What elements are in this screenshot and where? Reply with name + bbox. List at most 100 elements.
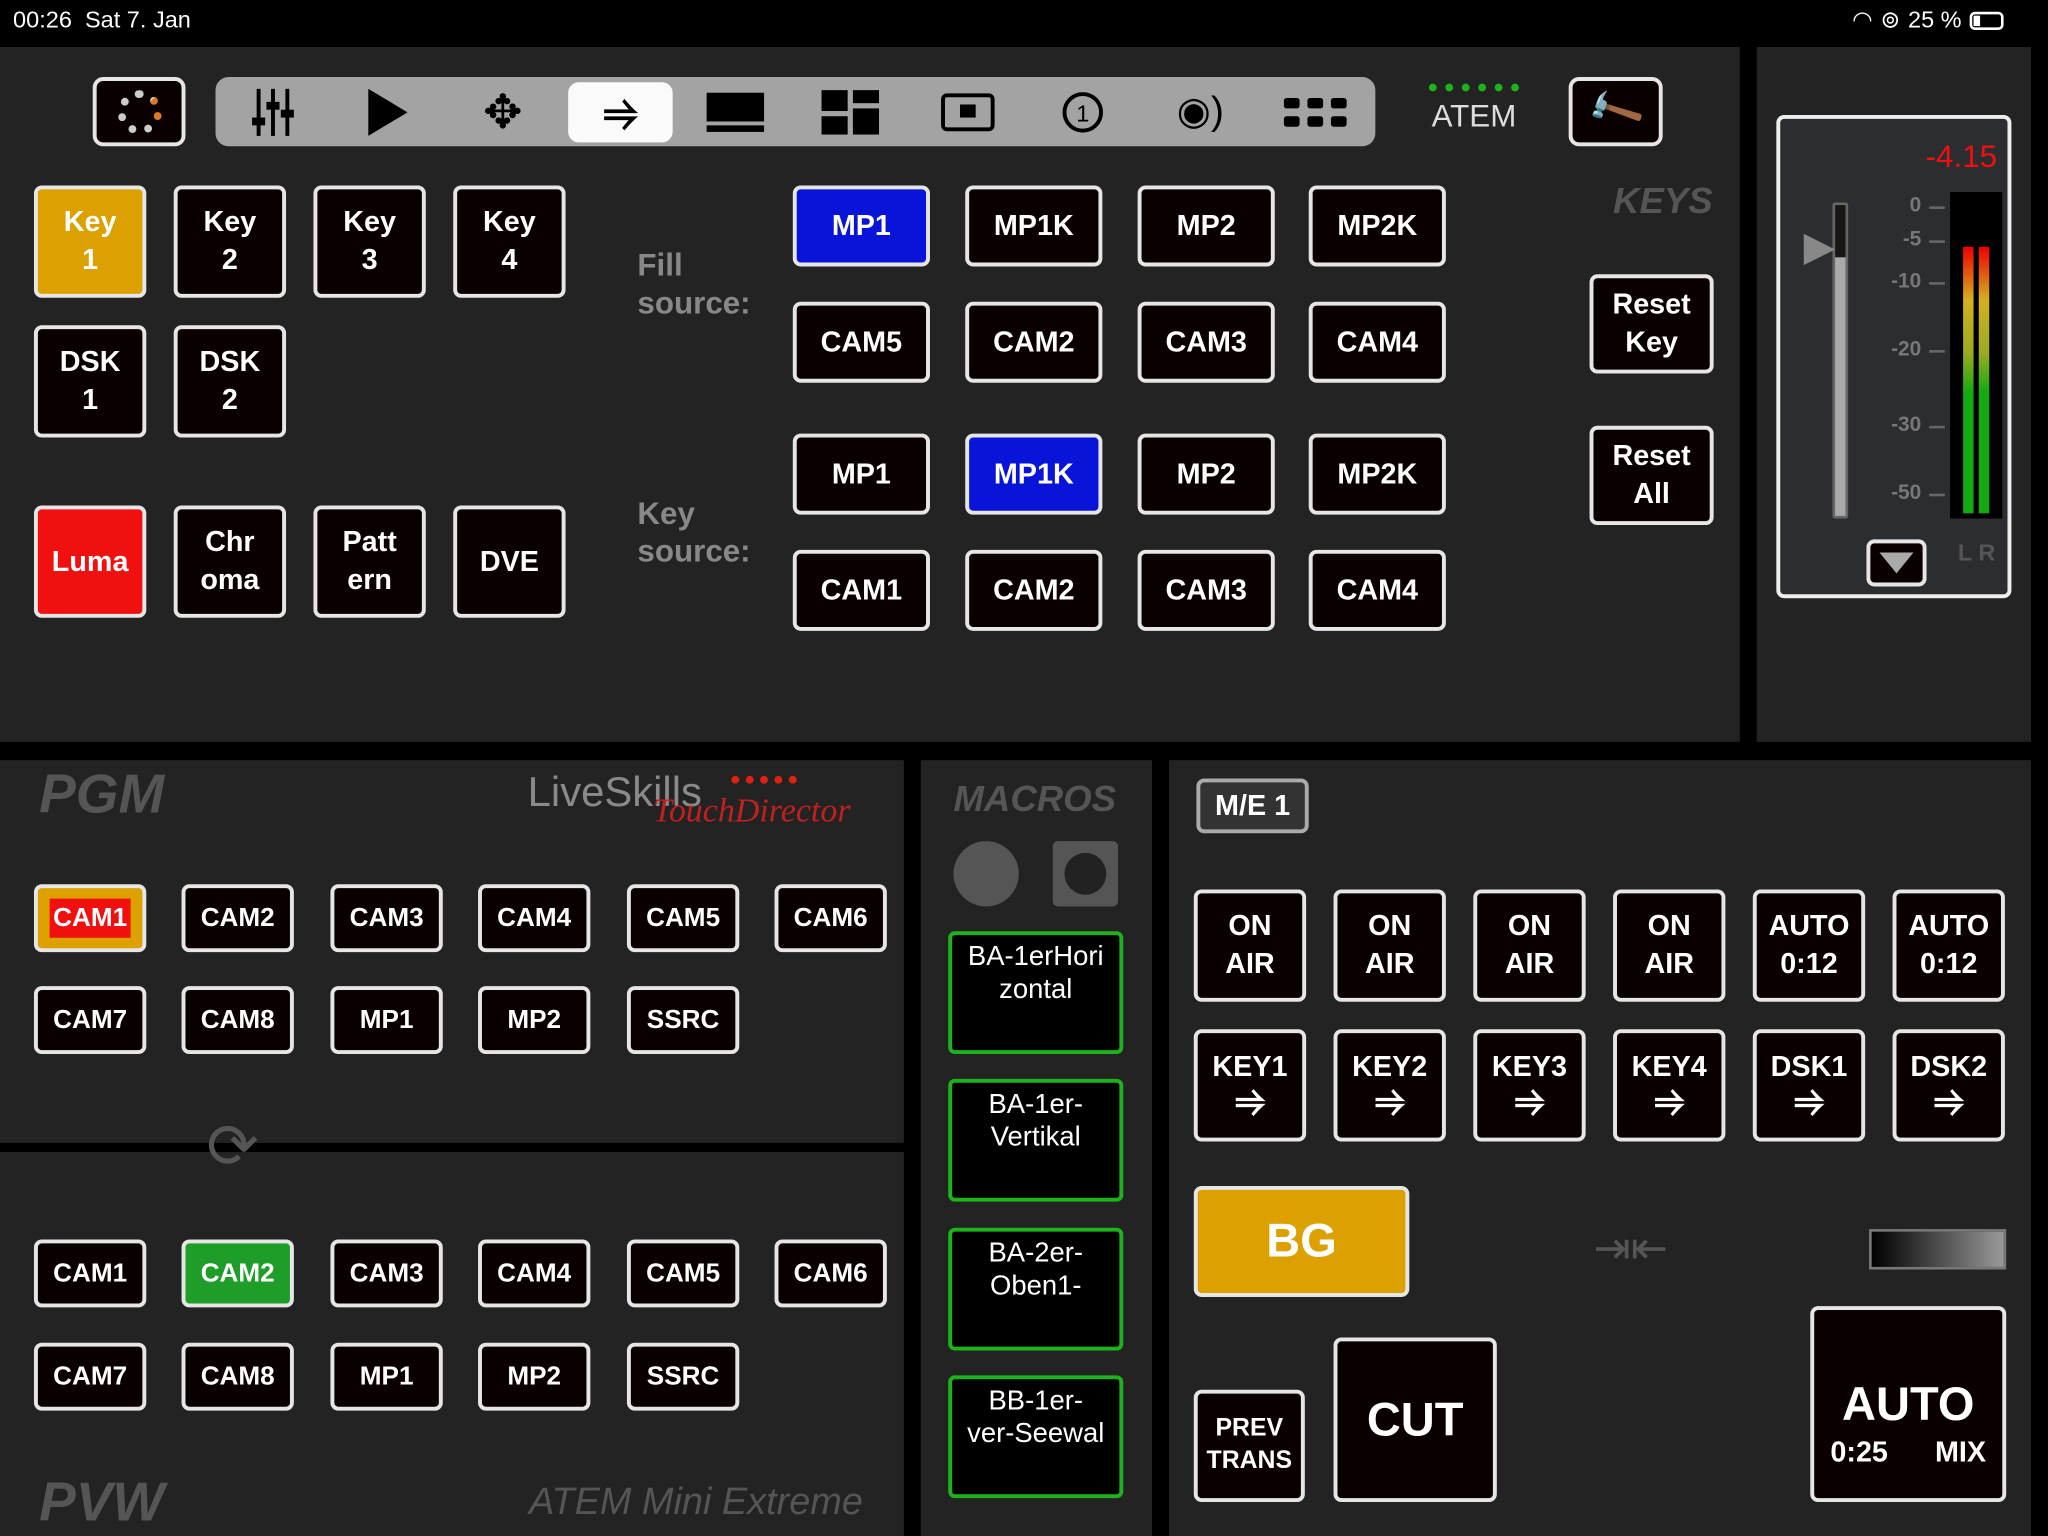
number-one-icon[interactable]: 1 xyxy=(1025,77,1140,146)
mixer-icon[interactable] xyxy=(216,77,331,146)
keyer-button[interactable]: KEY1 ⥤ xyxy=(1193,1029,1307,1142)
key-type-3[interactable]: DVE xyxy=(453,505,566,618)
fill-sources-button[interactable]: MP1K xyxy=(965,185,1103,267)
bg-button[interactable]: BG xyxy=(1193,1185,1410,1297)
key-sources-button[interactable]: CAM4 xyxy=(1308,549,1446,631)
keyer-button[interactable]: KEY4 ⥤ xyxy=(1613,1029,1726,1142)
pvw-source-button[interactable]: CAM1 xyxy=(33,1239,147,1308)
move-icon[interactable]: ✥ xyxy=(445,77,560,146)
key-1-button[interactable]: Key 1 xyxy=(33,185,147,298)
pip-icon[interactable] xyxy=(910,77,1025,146)
supersource-icon[interactable] xyxy=(678,77,793,146)
key-4-button[interactable]: Key 4 xyxy=(453,185,566,298)
key-type-0[interactable]: Luma xyxy=(33,505,147,618)
macro-button[interactable]: BA-1erHori zontal xyxy=(948,931,1124,1055)
keyer-button[interactable]: KEY2 ⥤ xyxy=(1333,1029,1446,1142)
pgm-source-button[interactable]: CAM6 xyxy=(774,884,887,953)
pgm-source-button[interactable]: CAM2 xyxy=(181,884,294,953)
reset-all-button[interactable]: Reset All xyxy=(1589,425,1714,526)
key-sources-button[interactable]: MP1 xyxy=(792,433,930,515)
pvw-source-button[interactable]: CAM3 xyxy=(330,1239,443,1308)
toolbar: ✥ ⥤ 1 ◉) xyxy=(215,77,1376,147)
on-air-button[interactable]: ON AIR xyxy=(1193,889,1307,1002)
key-3-button[interactable]: Key 3 xyxy=(313,185,426,298)
pgm-source-button[interactable]: CAM7 xyxy=(33,986,147,1055)
on-air-button[interactable]: ON AIR xyxy=(1613,889,1726,1002)
settings-button[interactable]: 🔨 xyxy=(1568,77,1663,147)
fill-sources-button[interactable]: CAM4 xyxy=(1308,301,1446,383)
fill-sources-button[interactable]: CAM3 xyxy=(1137,301,1275,383)
keys-title: KEYS xyxy=(1613,180,1713,221)
macro-button[interactable]: BB-1er- ver-Seewal xyxy=(948,1375,1124,1499)
wifi-icon: ◠ xyxy=(1852,6,1873,33)
pvw-source-button[interactable]: SSRC xyxy=(626,1342,740,1411)
key-sources-button[interactable]: CAM3 xyxy=(1137,549,1275,631)
pgm-source-button[interactable]: CAM3 xyxy=(330,884,443,953)
me-selector-button[interactable]: M/E 1 xyxy=(1196,778,1309,834)
pgm-source-button[interactable]: CAM8 xyxy=(181,986,294,1055)
on-air-button[interactable]: ON AIR xyxy=(1473,889,1586,1002)
key-sources-button[interactable]: CAM1 xyxy=(792,549,930,631)
source-label: CAM2 xyxy=(200,1259,275,1288)
fill-sources-button[interactable]: MP1 xyxy=(792,185,930,267)
key-sources-button[interactable]: CAM2 xyxy=(965,549,1103,631)
macro-button[interactable]: BA-1er- Vertikal xyxy=(948,1078,1124,1202)
fill-sources-button[interactable]: CAM5 xyxy=(792,301,930,383)
pgm-source-button[interactable]: SSRC xyxy=(626,986,740,1055)
audio-collapse-button[interactable] xyxy=(1866,539,1927,587)
pgm-source-button[interactable]: CAM5 xyxy=(626,884,740,953)
key-sources-button[interactable]: MP2 xyxy=(1137,433,1275,515)
key-sources-button[interactable]: MP2K xyxy=(1308,433,1446,515)
on-air-button[interactable]: AUTO 0:12 xyxy=(1752,889,1866,1002)
keyer-button[interactable]: DSK1 ⥤ xyxy=(1752,1029,1866,1142)
key-2-button[interactable]: Key 2 xyxy=(173,185,287,298)
pvw-source-button[interactable]: CAM4 xyxy=(478,1239,591,1308)
transition-slider[interactable] xyxy=(1869,1229,2007,1270)
macros-title: MACROS xyxy=(953,778,1117,819)
record-macro-button[interactable] xyxy=(953,841,1019,907)
fader-handle[interactable] xyxy=(1803,233,1836,266)
play-icon[interactable] xyxy=(330,77,445,146)
key-icon[interactable]: ⥤ xyxy=(568,82,673,143)
fill-sources-button[interactable]: MP2K xyxy=(1308,185,1446,267)
grid-icon[interactable] xyxy=(1258,77,1373,146)
svg-text:1: 1 xyxy=(1076,100,1089,126)
pvw-source-button[interactable]: CAM7 xyxy=(33,1342,147,1411)
cut-button[interactable]: CUT xyxy=(1333,1337,1497,1503)
pvw-source-button[interactable]: CAM5 xyxy=(626,1239,740,1308)
fill-sources-button[interactable]: CAM2 xyxy=(965,301,1103,383)
connection-button[interactable] xyxy=(92,77,186,147)
swap-icon[interactable]: ⟳ xyxy=(206,1110,259,1183)
key-sources-button[interactable]: MP1K xyxy=(965,433,1103,515)
key-type-2[interactable]: Patt ern xyxy=(313,505,426,618)
keyer-button[interactable]: KEY3 ⥤ xyxy=(1473,1029,1586,1142)
pvw-source-button[interactable]: CAM2 xyxy=(181,1239,294,1308)
macro-button[interactable]: BA-2er- Oben1- xyxy=(948,1227,1124,1351)
prev-trans-button[interactable]: PREV TRANS xyxy=(1193,1389,1305,1503)
pgm-source-button[interactable]: MP2 xyxy=(478,986,591,1055)
source-label: CAM5 xyxy=(646,903,721,933)
audio-icon[interactable]: ◉) xyxy=(1143,77,1258,146)
multiview-icon[interactable] xyxy=(793,77,908,146)
pvw-source-button[interactable]: CAM8 xyxy=(181,1342,294,1411)
source-label: CAM2 xyxy=(200,903,275,933)
dsk-1-button[interactable]: DSK 1 xyxy=(33,325,147,438)
meter-left xyxy=(1963,246,1974,514)
pgm-source-button[interactable]: CAM1 xyxy=(33,884,147,953)
pvw-source-button[interactable]: MP2 xyxy=(478,1342,591,1411)
on-air-button[interactable]: AUTO 0:12 xyxy=(1892,889,2005,1002)
fill-sources-button[interactable]: MP2 xyxy=(1137,185,1275,267)
pvw-source-button[interactable]: CAM6 xyxy=(774,1239,887,1308)
pgm-source-button[interactable]: CAM4 xyxy=(478,884,591,953)
pvw-source-button[interactable]: MP1 xyxy=(330,1342,443,1411)
keyer-button[interactable]: DSK2 ⥤ xyxy=(1892,1029,2005,1142)
device-name: ATEM Mini Extreme xyxy=(528,1481,863,1523)
dsk-2-button[interactable]: DSK 2 xyxy=(173,325,287,438)
stop-macro-button[interactable] xyxy=(1052,841,1119,907)
auto-button[interactable]: AUTO 0:25 MIX xyxy=(1810,1306,2007,1503)
reset-key-button[interactable]: Reset Key xyxy=(1589,274,1714,374)
on-air-button[interactable]: ON AIR xyxy=(1333,889,1446,1002)
key-type-1[interactable]: Chr oma xyxy=(173,505,287,618)
triangle-down-icon xyxy=(1879,552,1914,574)
pgm-source-button[interactable]: MP1 xyxy=(330,986,443,1055)
